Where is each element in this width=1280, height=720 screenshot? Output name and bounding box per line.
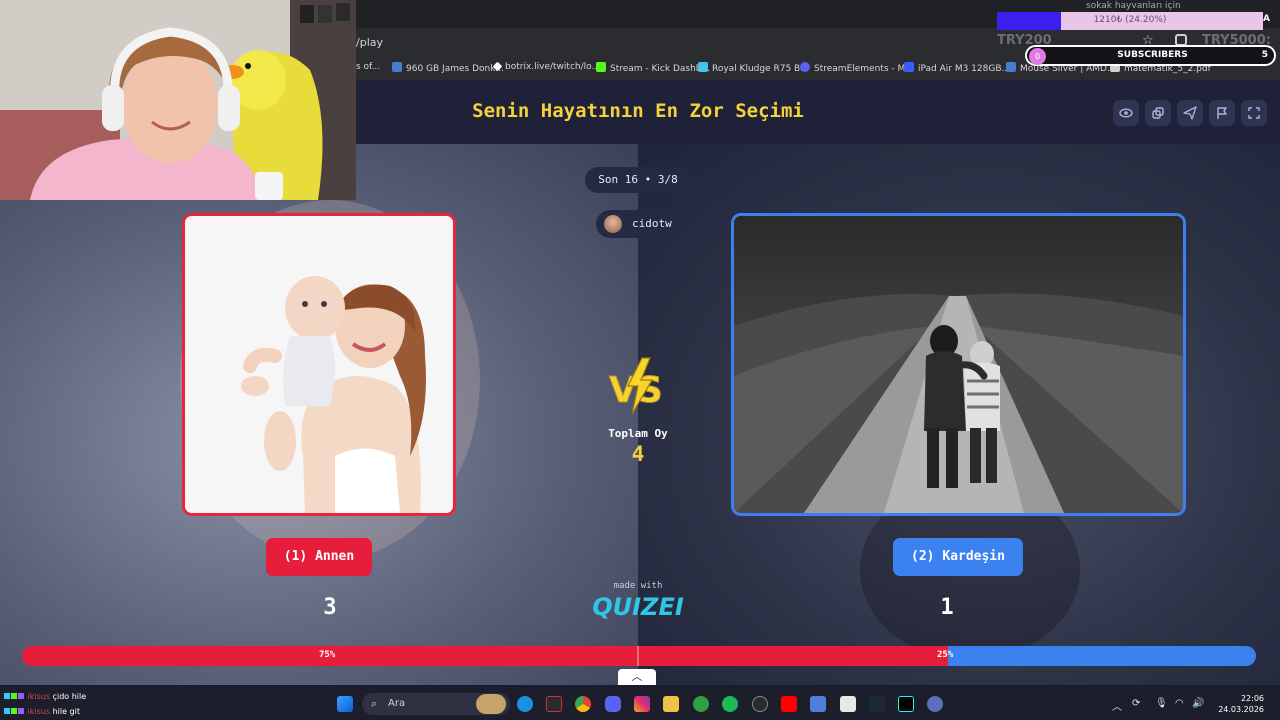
badge-icon [18,708,24,714]
search-label: Ara [388,698,406,709]
app-icon[interactable] [546,696,562,712]
site-h-icon [1006,62,1016,72]
xbox-icon[interactable] [693,696,709,712]
instagram-icon[interactable] [634,696,650,712]
eye-icon[interactable] [1113,100,1139,126]
mail-icon[interactable] [810,696,826,712]
screen: /play ☆ s of... 960 GB James Donk... bot… [0,0,1280,720]
chevron-up-icon[interactable]: ︿ [618,669,656,685]
left-percent: 75% [319,650,336,660]
chat-line: ikisus hile git [4,707,80,716]
external-window-icon[interactable] [1145,100,1171,126]
clock-date: 24.03.2026 [1218,705,1264,714]
donation-goal-text: 1210₺ (24.20%) [1093,15,1167,25]
user-badge: cidotw [596,210,682,238]
vatan-icon [904,62,914,72]
diamond-icon [698,62,708,72]
chrome-icon[interactable] [575,696,591,712]
username: cidotw [632,217,672,230]
right-vote-count: 1 [940,595,954,620]
streamelements-icon [800,62,810,72]
round-indicator: Son 16 • 3/8 [585,167,691,193]
mother-baby-photo [185,216,453,513]
total-votes-value: 4 [631,442,645,466]
vote-progress-bar: 75% 25% [22,646,1256,666]
bookmark-item[interactable]: Stream - Kick Dashb... [596,62,710,74]
tiktok-icon[interactable] [898,696,914,712]
total-votes-label: Toplam Oy [608,427,668,440]
kick-icon [596,62,606,72]
chevron-up-icon[interactable]: ︿ [1112,698,1122,713]
option-card-right[interactable] [731,213,1186,516]
taskbar: ikisus çido hile ikisus hile git ⌕ Ara ︿… [0,688,1280,720]
steam-icon[interactable] [869,696,885,712]
badge-icon [11,708,17,714]
botrix-icon [492,61,503,72]
send-icon[interactable] [1177,100,1203,126]
url-text[interactable]: /play [356,36,383,49]
webcam-image [0,0,356,200]
volume-icon[interactable]: 🔊 [1192,698,1204,709]
right-percent: 25% [937,650,954,660]
donation-goal-suffix: A [1263,14,1270,24]
avatar [604,215,622,233]
choose-right-button[interactable]: (2) Kardeşin [893,538,1023,576]
bar-midline [637,646,639,666]
webcam-overlay [0,0,356,200]
subscriber-label: SUBSCRIBERS [1117,50,1188,60]
bookmark-item[interactable]: Royal Kludge R75 B... [698,62,809,74]
sync-icon[interactable]: ⟳ [1132,698,1140,709]
bookmark-item[interactable]: iPad Air M3 128GB... [904,62,1010,74]
option-card-left[interactable] [182,213,456,516]
donation-goal-bar: 1210₺ (24.20%) [997,12,1263,30]
left-vote-fill [22,646,948,666]
bookmark-item[interactable]: 960 GB James Donk... [392,62,504,74]
choose-left-button[interactable]: (1) Annen [266,538,372,576]
chat-username: ikisus [27,692,51,701]
burger-widget-icon[interactable] [476,694,506,714]
obs-icon[interactable] [752,696,768,712]
flag-icon[interactable] [1209,100,1235,126]
spotify-icon[interactable] [722,696,738,712]
brand-logo[interactable]: QUIZEI [578,593,698,621]
bookmark-item[interactable]: botrix.live/twitch/lo... [492,61,600,72]
microphone-icon[interactable]: 🎙 [1155,698,1168,709]
bookmark-item[interactable]: s of... [356,62,380,72]
donation-cause: sokak hayvanları için [1086,1,1181,11]
chat-line: ikisus çido hile [4,692,86,701]
siblings-photo [734,216,1183,513]
edge-icon[interactable] [517,696,533,712]
windows-start-icon[interactable] [337,696,353,712]
chat-message: çido hile [52,692,87,701]
discord-icon[interactable] [605,696,621,712]
chat-username: ikisus [27,707,51,716]
bookmark-item[interactable]: StreamElements - M... [800,62,914,74]
badge-icon [4,693,10,699]
search-icon: ⌕ [371,697,378,710]
youtube-icon[interactable] [781,696,797,712]
app-icon[interactable] [927,696,943,712]
left-vote-count: 3 [323,595,337,620]
folder-icon[interactable] [663,696,679,712]
subscriber-goal-bar: 0 SUBSCRIBERS 5 [1025,45,1276,66]
wifi-icon[interactable]: ◠ [1175,698,1184,709]
badge-icon [18,693,24,699]
made-with-label: made with [613,581,663,591]
badge-icon [4,708,10,714]
notes-icon[interactable] [840,696,856,712]
system-clock[interactable]: 22:06 24.03.2026 [1208,693,1264,715]
chat-message: hile git [52,707,80,716]
clock-time: 22:06 [1240,694,1264,703]
site-h-icon [392,62,402,72]
versus-icon: VS [609,357,663,415]
fullscreen-icon[interactable] [1241,100,1267,126]
badge-icon [11,693,17,699]
subscriber-goal: 5 [1261,50,1268,60]
